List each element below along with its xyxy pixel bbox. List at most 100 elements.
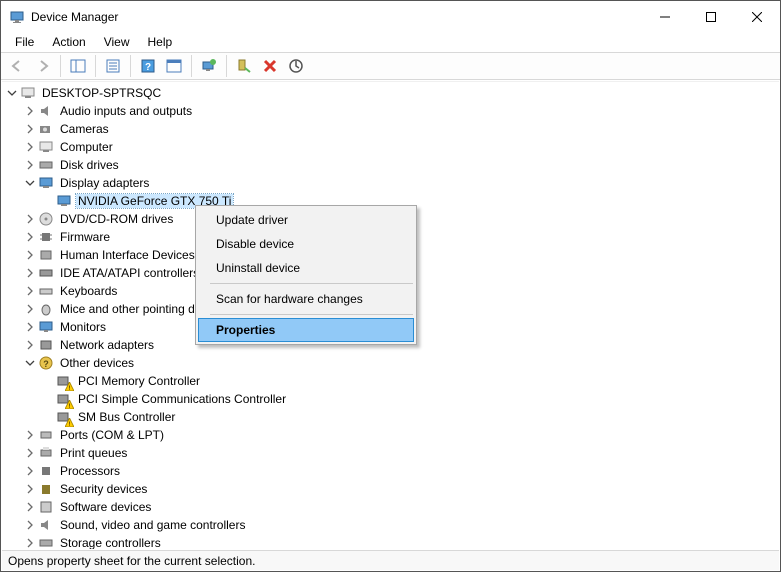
tree-label: Human Interface Devices	[58, 248, 197, 262]
chevron-right-icon[interactable]	[22, 121, 38, 137]
tree-label: Security devices	[58, 482, 149, 496]
tree-category-cameras[interactable]: Cameras	[2, 120, 779, 138]
minimize-button[interactable]	[642, 1, 688, 32]
other-icon: ?	[38, 355, 54, 371]
tree-category-audio[interactable]: Audio inputs and outputs	[2, 102, 779, 120]
tree-device-sm-bus[interactable]: ! SM Bus Controller	[2, 408, 779, 426]
maximize-button[interactable]	[688, 1, 734, 32]
chevron-right-icon[interactable]	[22, 301, 38, 317]
chevron-right-icon[interactable]	[22, 247, 38, 263]
mouse-icon	[38, 301, 54, 317]
chip-icon	[38, 229, 54, 245]
chevron-right-icon[interactable]	[22, 139, 38, 155]
context-scan-hardware[interactable]: Scan for hardware changes	[198, 287, 414, 311]
toolbar: ?	[1, 52, 780, 80]
chevron-right-icon[interactable]	[22, 157, 38, 173]
titlebar: Device Manager	[1, 1, 780, 32]
cpu-icon	[38, 463, 54, 479]
tree-label: PCI Memory Controller	[76, 374, 202, 388]
computer-icon	[38, 139, 54, 155]
chevron-right-icon[interactable]	[22, 103, 38, 119]
device-icon	[38, 247, 54, 263]
window-title: Device Manager	[31, 10, 642, 24]
port-icon	[38, 427, 54, 443]
properties-button[interactable]	[101, 54, 125, 78]
display-icon	[38, 175, 54, 191]
context-disable-device[interactable]: Disable device	[198, 232, 414, 256]
uninstall-device-button[interactable]	[258, 54, 282, 78]
scan-hardware-button[interactable]	[284, 54, 308, 78]
context-uninstall-device[interactable]: Uninstall device	[198, 256, 414, 280]
camera-icon	[38, 121, 54, 137]
tree-category-disk-drives[interactable]: Disk drives	[2, 156, 779, 174]
menu-file[interactable]: File	[7, 33, 42, 51]
chevron-down-icon[interactable]	[22, 175, 38, 191]
tree-label: Ports (COM & LPT)	[58, 428, 166, 442]
context-separator	[210, 314, 413, 315]
enable-device-button[interactable]	[232, 54, 256, 78]
context-update-driver[interactable]: Update driver	[198, 208, 414, 232]
tree-category-display-adapters[interactable]: Display adapters	[2, 174, 779, 192]
tree-category-security[interactable]: Security devices	[2, 480, 779, 498]
menu-bar: File Action View Help	[1, 32, 780, 52]
status-bar: Opens property sheet for the current sel…	[2, 550, 779, 570]
chevron-down-icon[interactable]	[22, 355, 38, 371]
show-hide-console-tree-button[interactable]	[66, 54, 90, 78]
tree-category-sound[interactable]: Sound, video and game controllers	[2, 516, 779, 534]
chevron-right-icon[interactable]	[22, 445, 38, 461]
menu-help[interactable]: Help	[140, 33, 181, 51]
sound-icon	[38, 517, 54, 533]
menu-view[interactable]: View	[96, 33, 138, 51]
chevron-right-icon[interactable]	[22, 265, 38, 281]
update-driver-button[interactable]	[197, 54, 221, 78]
chevron-right-icon[interactable]	[22, 283, 38, 299]
tree-label: Display adapters	[58, 176, 151, 190]
forward-button[interactable]	[31, 54, 55, 78]
tree-root[interactable]: DESKTOP-SPTRSQC	[2, 84, 779, 102]
tree-category-print[interactable]: Print queues	[2, 444, 779, 462]
close-button[interactable]	[734, 1, 780, 32]
status-text: Opens property sheet for the current sel…	[8, 554, 255, 568]
tree-label: Computer	[58, 140, 115, 154]
tree-label: Audio inputs and outputs	[58, 104, 194, 118]
chevron-right-icon[interactable]	[22, 229, 38, 245]
monitor-icon	[38, 319, 54, 335]
keyboard-icon	[38, 283, 54, 299]
menu-action[interactable]: Action	[44, 33, 93, 51]
tree-device-pci-memory[interactable]: ! PCI Memory Controller	[2, 372, 779, 390]
software-icon	[38, 499, 54, 515]
action-button[interactable]	[162, 54, 186, 78]
svg-text:?: ?	[145, 62, 151, 73]
display-icon	[56, 193, 72, 209]
tree-label: Network adapters	[58, 338, 156, 352]
svg-text:!: !	[69, 421, 71, 427]
back-button[interactable]	[5, 54, 29, 78]
tree-category-processors[interactable]: Processors	[2, 462, 779, 480]
tree-category-computer[interactable]: Computer	[2, 138, 779, 156]
chevron-right-icon[interactable]	[22, 481, 38, 497]
chevron-right-icon[interactable]	[22, 517, 38, 533]
help-button[interactable]: ?	[136, 54, 160, 78]
toolbar-separator	[226, 55, 227, 77]
chevron-right-icon[interactable]	[22, 535, 38, 549]
toolbar-separator	[130, 55, 131, 77]
tree-category-storage[interactable]: Storage controllers	[2, 534, 779, 549]
tree-device-pci-comm[interactable]: ! PCI Simple Communications Controller	[2, 390, 779, 408]
chevron-right-icon[interactable]	[22, 211, 38, 227]
chevron-right-icon[interactable]	[22, 427, 38, 443]
chevron-right-icon[interactable]	[22, 463, 38, 479]
chevron-right-icon[interactable]	[22, 499, 38, 515]
tree-category-software[interactable]: Software devices	[2, 498, 779, 516]
device-warning-icon: !	[56, 391, 72, 407]
tree-category-ports[interactable]: Ports (COM & LPT)	[2, 426, 779, 444]
tree-category-other[interactable]: ? Other devices	[2, 354, 779, 372]
chevron-down-icon[interactable]	[4, 85, 20, 101]
context-separator	[210, 283, 413, 284]
context-properties[interactable]: Properties	[198, 318, 414, 342]
context-menu: Update driver Disable device Uninstall d…	[195, 205, 417, 345]
chevron-right-icon[interactable]	[22, 319, 38, 335]
toolbar-separator	[60, 55, 61, 77]
tree-label: Other devices	[58, 356, 136, 370]
controller-icon	[38, 265, 54, 281]
chevron-right-icon[interactable]	[22, 337, 38, 353]
